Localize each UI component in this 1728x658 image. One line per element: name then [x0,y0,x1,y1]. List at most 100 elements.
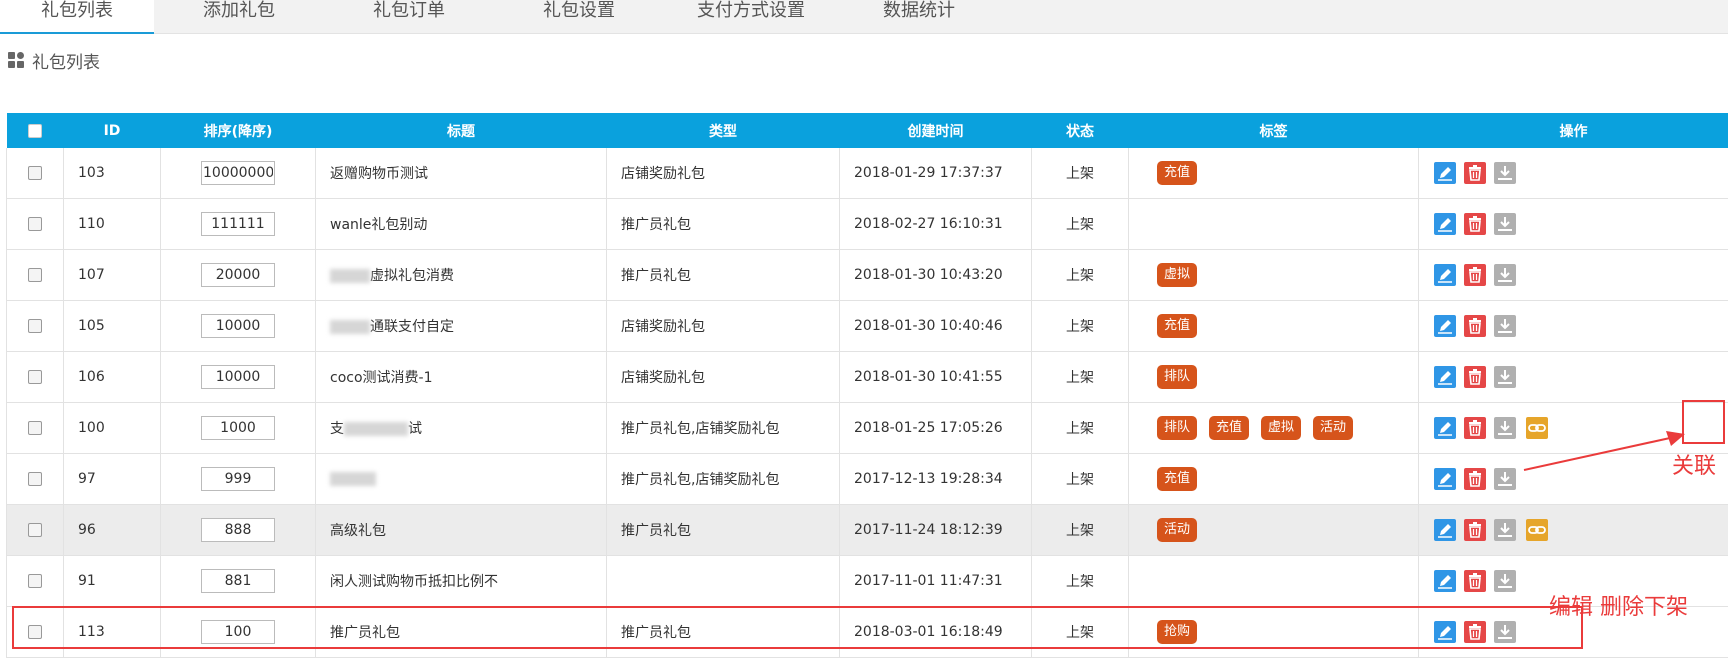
row-title: 闲人测试购物币抵扣比例不 [316,556,607,607]
row-select-cell [7,301,64,352]
row-type: 店铺奖励礼包 [607,352,840,403]
delete-button[interactable] [1464,417,1486,439]
gift-table: ID 排序(降序) 标题 类型 创建时间 状态 标签 操作 103返赠购物币测试… [6,113,1728,658]
sort-input[interactable] [201,314,275,338]
row-title: 支试 [316,403,607,454]
row-select-cell [7,352,64,403]
offshelf-button[interactable] [1494,264,1516,286]
row-checkbox[interactable] [28,319,42,333]
select-all-cell [7,113,64,148]
sort-input[interactable] [201,263,275,287]
row-type: 推广员礼包 [607,505,840,556]
tab-add-gift[interactable]: 添加礼包 [172,0,306,34]
edit-button[interactable] [1434,570,1456,592]
row-checkbox[interactable] [28,268,42,282]
row-ops [1419,199,1728,250]
row-id: 96 [64,505,161,556]
row-checkbox[interactable] [28,370,42,384]
offshelf-button[interactable] [1494,468,1516,490]
tab-gift-orders[interactable]: 礼包订单 [342,0,476,34]
sort-input[interactable] [201,518,275,542]
redacted-text [330,320,370,334]
edit-button[interactable] [1434,366,1456,388]
edit-button[interactable] [1434,417,1456,439]
row-tags [1129,556,1419,607]
select-all-checkbox[interactable] [28,124,42,138]
row-checkbox[interactable] [28,217,42,231]
row-created: 2018-02-27 16:10:31 [840,199,1032,250]
row-tags: 充值 [1129,454,1419,505]
edit-button[interactable] [1434,213,1456,235]
col-sort[interactable]: 排序(降序) [161,113,316,148]
offshelf-button[interactable] [1494,519,1516,541]
tab-gift-list[interactable]: 礼包列表 [0,0,154,34]
delete-button[interactable] [1464,519,1486,541]
trash-icon [1464,264,1486,286]
offshelf-button[interactable] [1494,366,1516,388]
download-icon [1494,519,1516,541]
row-type: 推广员礼包,店铺奖励礼包 [607,403,840,454]
offshelf-button[interactable] [1494,162,1516,184]
row-ops [1419,148,1728,199]
row-title-text: 通联支付自定 [370,319,454,335]
sort-input[interactable] [201,416,275,440]
row-sort-cell [161,556,316,607]
tab-payment-settings[interactable]: 支付方式设置 [684,0,818,34]
delete-button[interactable] [1464,264,1486,286]
col-id: ID [64,113,161,148]
download-icon [1494,315,1516,337]
row-checkbox[interactable] [28,523,42,537]
row-status: 上架 [1032,505,1129,556]
delete-button[interactable] [1464,570,1486,592]
redacted-text [330,269,370,283]
row-title-text: 虚拟礼包消费 [370,268,454,284]
link-button[interactable] [1526,519,1548,541]
annotation-arrow [1520,420,1690,475]
offshelf-button[interactable] [1494,570,1516,592]
row-tags [1129,199,1419,250]
delete-button[interactable] [1464,162,1486,184]
delete-button[interactable] [1464,366,1486,388]
table-header: ID 排序(降序) 标题 类型 创建时间 状态 标签 操作 [7,113,1728,148]
row-checkbox[interactable] [28,574,42,588]
row-id: 105 [64,301,161,352]
row-title: 通联支付自定 [316,301,607,352]
edit-button[interactable] [1434,264,1456,286]
tag-badge: 排队 [1157,365,1197,389]
delete-button[interactable] [1464,213,1486,235]
trash-icon [1464,315,1486,337]
edit-button[interactable] [1434,468,1456,490]
tab-statistics[interactable]: 数据统计 [852,0,986,34]
row-checkbox[interactable] [28,421,42,435]
edit-button[interactable] [1434,519,1456,541]
edit-button[interactable] [1434,315,1456,337]
offshelf-button[interactable] [1494,213,1516,235]
sort-input[interactable] [201,161,275,185]
row-ops [1419,352,1728,403]
delete-button[interactable] [1464,315,1486,337]
row-checkbox[interactable] [28,472,42,486]
row-ops [1419,250,1728,301]
table-row: 107虚拟礼包消费推广员礼包2018-01-30 10:43:20上架虚拟 [7,250,1728,301]
sort-input[interactable] [201,212,275,236]
row-sort-cell [161,148,316,199]
row-select-cell [7,556,64,607]
sort-input[interactable] [201,569,275,593]
offshelf-button[interactable] [1494,315,1516,337]
row-tags: 充值 [1129,301,1419,352]
annotation-row-box [12,606,1583,649]
sort-input[interactable] [201,467,275,491]
tab-gift-settings[interactable]: 礼包设置 [512,0,646,34]
edit-icon [1434,366,1456,388]
row-select-cell [7,403,64,454]
row-status: 上架 [1032,403,1129,454]
edit-icon [1434,264,1456,286]
row-id: 100 [64,403,161,454]
delete-button[interactable] [1464,468,1486,490]
edit-button[interactable] [1434,162,1456,184]
offshelf-button[interactable] [1494,417,1516,439]
row-checkbox[interactable] [28,166,42,180]
sort-input[interactable] [201,365,275,389]
row-status: 上架 [1032,250,1129,301]
row-status: 上架 [1032,556,1129,607]
